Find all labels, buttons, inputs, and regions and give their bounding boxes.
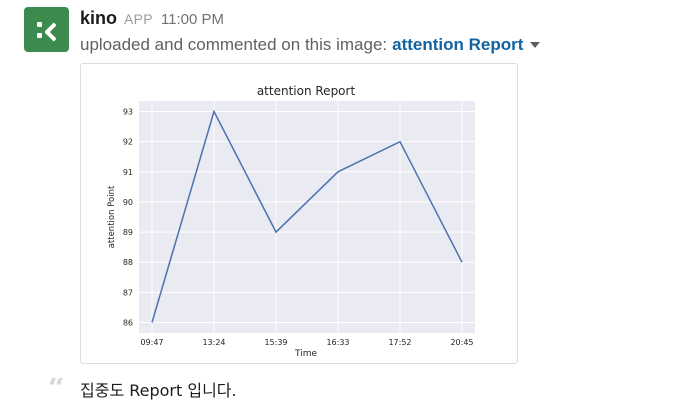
file-title-link[interactable]: attention Report	[392, 35, 523, 55]
comment: “ 집중도 Report 입니다.	[48, 377, 237, 401]
app-avatar[interactable]	[24, 7, 69, 52]
x-tick-labels: 09:47 13:24 15:39 16:33 17:52 20:45	[140, 338, 473, 347]
timestamp[interactable]: 11:00 PM	[161, 11, 224, 28]
y-tick-label: 90	[123, 198, 133, 207]
attention-chart: attention Report 86 87 88 89 90 91 92 93 09:47 1…	[107, 84, 475, 359]
x-tick-label: 15:39	[264, 338, 287, 347]
message-header: kino APP 11:00 PM	[80, 8, 224, 30]
y-tick-label: 88	[123, 258, 133, 267]
image-attachment[interactable]: attention Report 86 87 88 89 90 91 92 93 09:47 1…	[80, 63, 518, 364]
kino-logo-icon	[36, 19, 57, 42]
y-axis-label: attention Point	[107, 185, 117, 248]
action-line: uploaded and commented on this image: at…	[80, 35, 541, 55]
quote-icon: “	[48, 378, 66, 400]
x-tick-label: 16:33	[326, 338, 349, 347]
y-tick-label: 91	[123, 168, 133, 177]
sender-name[interactable]: kino	[80, 8, 117, 29]
chart-title: attention Report	[257, 84, 356, 98]
y-tick-labels: 86 87 88 89 90 91 92 93	[123, 108, 133, 328]
x-tick-label: 13:24	[202, 338, 225, 347]
app-badge: APP	[124, 11, 153, 27]
action-text: uploaded and commented on this image:	[80, 35, 388, 54]
y-tick-label: 86	[123, 318, 133, 327]
x-tick-label: 20:45	[450, 338, 473, 347]
x-tick-label: 17:52	[388, 338, 411, 347]
message: kino APP 11:00 PM uploaded and commented…	[0, 0, 700, 404]
y-tick-label: 89	[123, 228, 133, 237]
comment-text: 집중도 Report 입니다.	[80, 381, 237, 400]
caret-down-icon[interactable]	[530, 42, 541, 48]
x-tick-label: 09:47	[140, 338, 163, 347]
y-tick-label: 87	[123, 288, 133, 297]
y-tick-label: 92	[123, 138, 133, 147]
plot-area	[139, 101, 475, 333]
y-tick-label: 93	[123, 108, 133, 117]
x-axis-label: Time	[294, 349, 317, 359]
